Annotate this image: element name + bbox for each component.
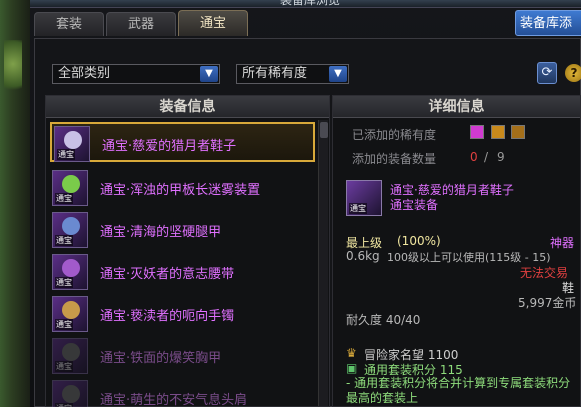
- detail-header: 详细信息: [333, 96, 580, 118]
- window-titlebar: 装备库浏览: [30, 0, 581, 8]
- tab-bar: 套装 武器 通宝: [34, 10, 248, 38]
- item-name: 通宝·萌生的不安气息头肩: [100, 393, 248, 407]
- reputation-icon: ♛: [346, 346, 357, 360]
- set-points-icon: ▣: [346, 361, 358, 375]
- detail-price: 5,997金币: [518, 296, 577, 310]
- item-name: 通宝·铁面的爆笑胸甲: [100, 351, 222, 366]
- equipment-list-header: 装备信息: [46, 96, 329, 118]
- rarity-myth-checkbox[interactable]: [511, 125, 525, 139]
- detail-durability: 耐久度 40/40: [346, 313, 421, 327]
- category-select[interactable]: 全部类别 ▼: [52, 64, 220, 84]
- added-count-value: 0: [470, 150, 478, 164]
- chevron-down-icon: ▼: [329, 66, 347, 82]
- shoulder-icon: 通宝: [52, 380, 88, 407]
- refresh-icon[interactable]: ⟳: [537, 62, 557, 84]
- rarity-added-label: 已添加的稀有度: [352, 128, 437, 142]
- list-item[interactable]: 通宝 通宝·慈爱的猎月者鞋子: [50, 122, 315, 162]
- item-name: 通宝·慈爱的猎月者鞋子: [102, 139, 237, 154]
- equipment-library-button[interactable]: 装备库添: [515, 10, 581, 36]
- list-item[interactable]: 通宝 通宝·萌生的不安气息头肩: [50, 378, 315, 407]
- category-select-value: 全部类别: [58, 66, 111, 81]
- rarity-select[interactable]: 所有稀有度 ▼: [236, 64, 349, 84]
- belt-icon: 通宝: [52, 254, 88, 290]
- list-item[interactable]: 通宝 通宝·铁面的爆笑胸甲: [50, 336, 315, 376]
- list-item[interactable]: 通宝 通宝·浑浊的甲板长迷雾装置: [50, 168, 315, 208]
- detail-grade-pct: (100%): [397, 234, 441, 248]
- detail-level-req: 100级以上可以使用(115级 - 15): [387, 251, 551, 264]
- equipment-list-panel: 装备信息 通宝 通宝·慈爱的猎月者鞋子 通宝 通宝·浑浊的甲板长迷雾装置 通宝 …: [45, 95, 330, 407]
- detail-item-type: 通宝装备: [390, 198, 439, 212]
- tab-weapon[interactable]: 武器: [106, 12, 176, 36]
- added-count-label: 添加的装备数量: [352, 152, 437, 166]
- rarity-select-value: 所有稀有度: [242, 66, 308, 81]
- list-item[interactable]: 通宝 通宝·清海的坚硬腿甲: [50, 210, 315, 250]
- help-icon[interactable]: ?: [565, 64, 581, 82]
- tab-tongbao[interactable]: 通宝: [178, 10, 248, 36]
- list-item[interactable]: 通宝 通宝·亵渎者的呃向手镯: [50, 294, 315, 334]
- scroll-thumb[interactable]: [320, 122, 328, 138]
- item-name: 通宝·浑浊的甲板长迷雾装置: [100, 183, 261, 198]
- detail-set-note: - 通用套装积分将合并计算到专属套装积分最高的套装上: [346, 376, 571, 405]
- chevron-down-icon: ▼: [200, 66, 218, 82]
- added-count-separator: /: [484, 150, 489, 164]
- window-title: 装备库浏览: [280, 0, 341, 7]
- shoe-icon: 通宝: [346, 180, 382, 216]
- list-scrollbar[interactable]: [318, 120, 328, 406]
- legs-icon: 通宝: [52, 212, 88, 248]
- rarity-legendary-checkbox[interactable]: [491, 125, 505, 139]
- rarity-epic-checkbox[interactable]: [470, 125, 484, 139]
- detail-weight: 0.6kg: [346, 249, 380, 263]
- world-background-left: [0, 0, 30, 407]
- armor-icon: 通宝: [52, 338, 88, 374]
- bracelet-icon: 通宝: [52, 296, 88, 332]
- shoe-icon: 通宝: [54, 126, 90, 162]
- detail-rarity: 神器: [550, 236, 575, 250]
- detail-trade: 无法交易: [520, 266, 569, 280]
- list-item[interactable]: 通宝 通宝·灭妖者的意志腰带: [50, 252, 315, 292]
- game-ui-root: 装备库浏览 套装 武器 通宝 装备库添 全部类别 ▼ 所有稀有度 ▼ ⟳ ? 装…: [0, 0, 581, 407]
- item-name: 通宝·清海的坚硬腿甲: [100, 225, 222, 240]
- figure-icon: 通宝: [52, 170, 88, 206]
- tab-set[interactable]: 套装: [34, 12, 104, 36]
- item-name: 通宝·亵渎者的呃向手镯: [100, 309, 235, 324]
- item-name: 通宝·灭妖者的意志腰带: [100, 267, 235, 282]
- added-count-max: 9: [497, 150, 505, 164]
